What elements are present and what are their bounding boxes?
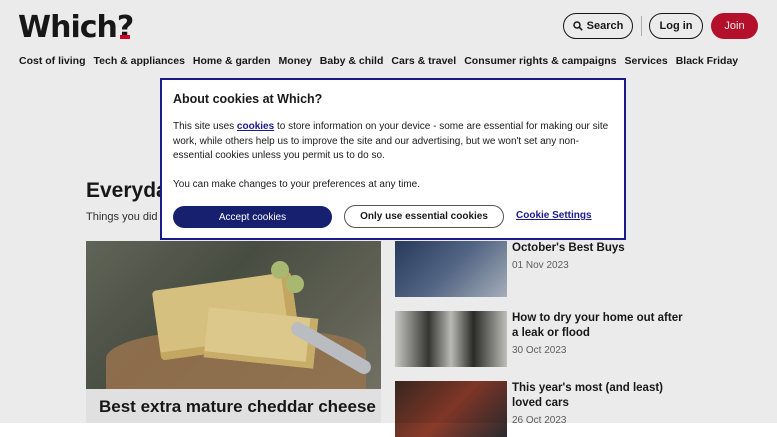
essential-cookies-button[interactable]: Only use essential cookies: [344, 205, 504, 228]
cookie-text-intro: This site uses: [173, 121, 237, 132]
cookies-link[interactable]: cookies: [237, 121, 274, 132]
cookie-preferences-text: You can make changes to your preferences…: [173, 179, 420, 190]
cookie-dialog-text: This site uses cookies to store informat…: [173, 120, 618, 164]
page: Which? Search Log in Join Cost of living…: [0, 0, 777, 437]
cookie-dialog-title: About cookies at Which?: [173, 92, 323, 106]
cookie-consent-dialog: About cookies at Which? This site uses c…: [160, 78, 626, 240]
cookie-settings-link[interactable]: Cookie Settings: [516, 210, 592, 221]
accept-cookies-button[interactable]: Accept cookies: [173, 206, 332, 228]
